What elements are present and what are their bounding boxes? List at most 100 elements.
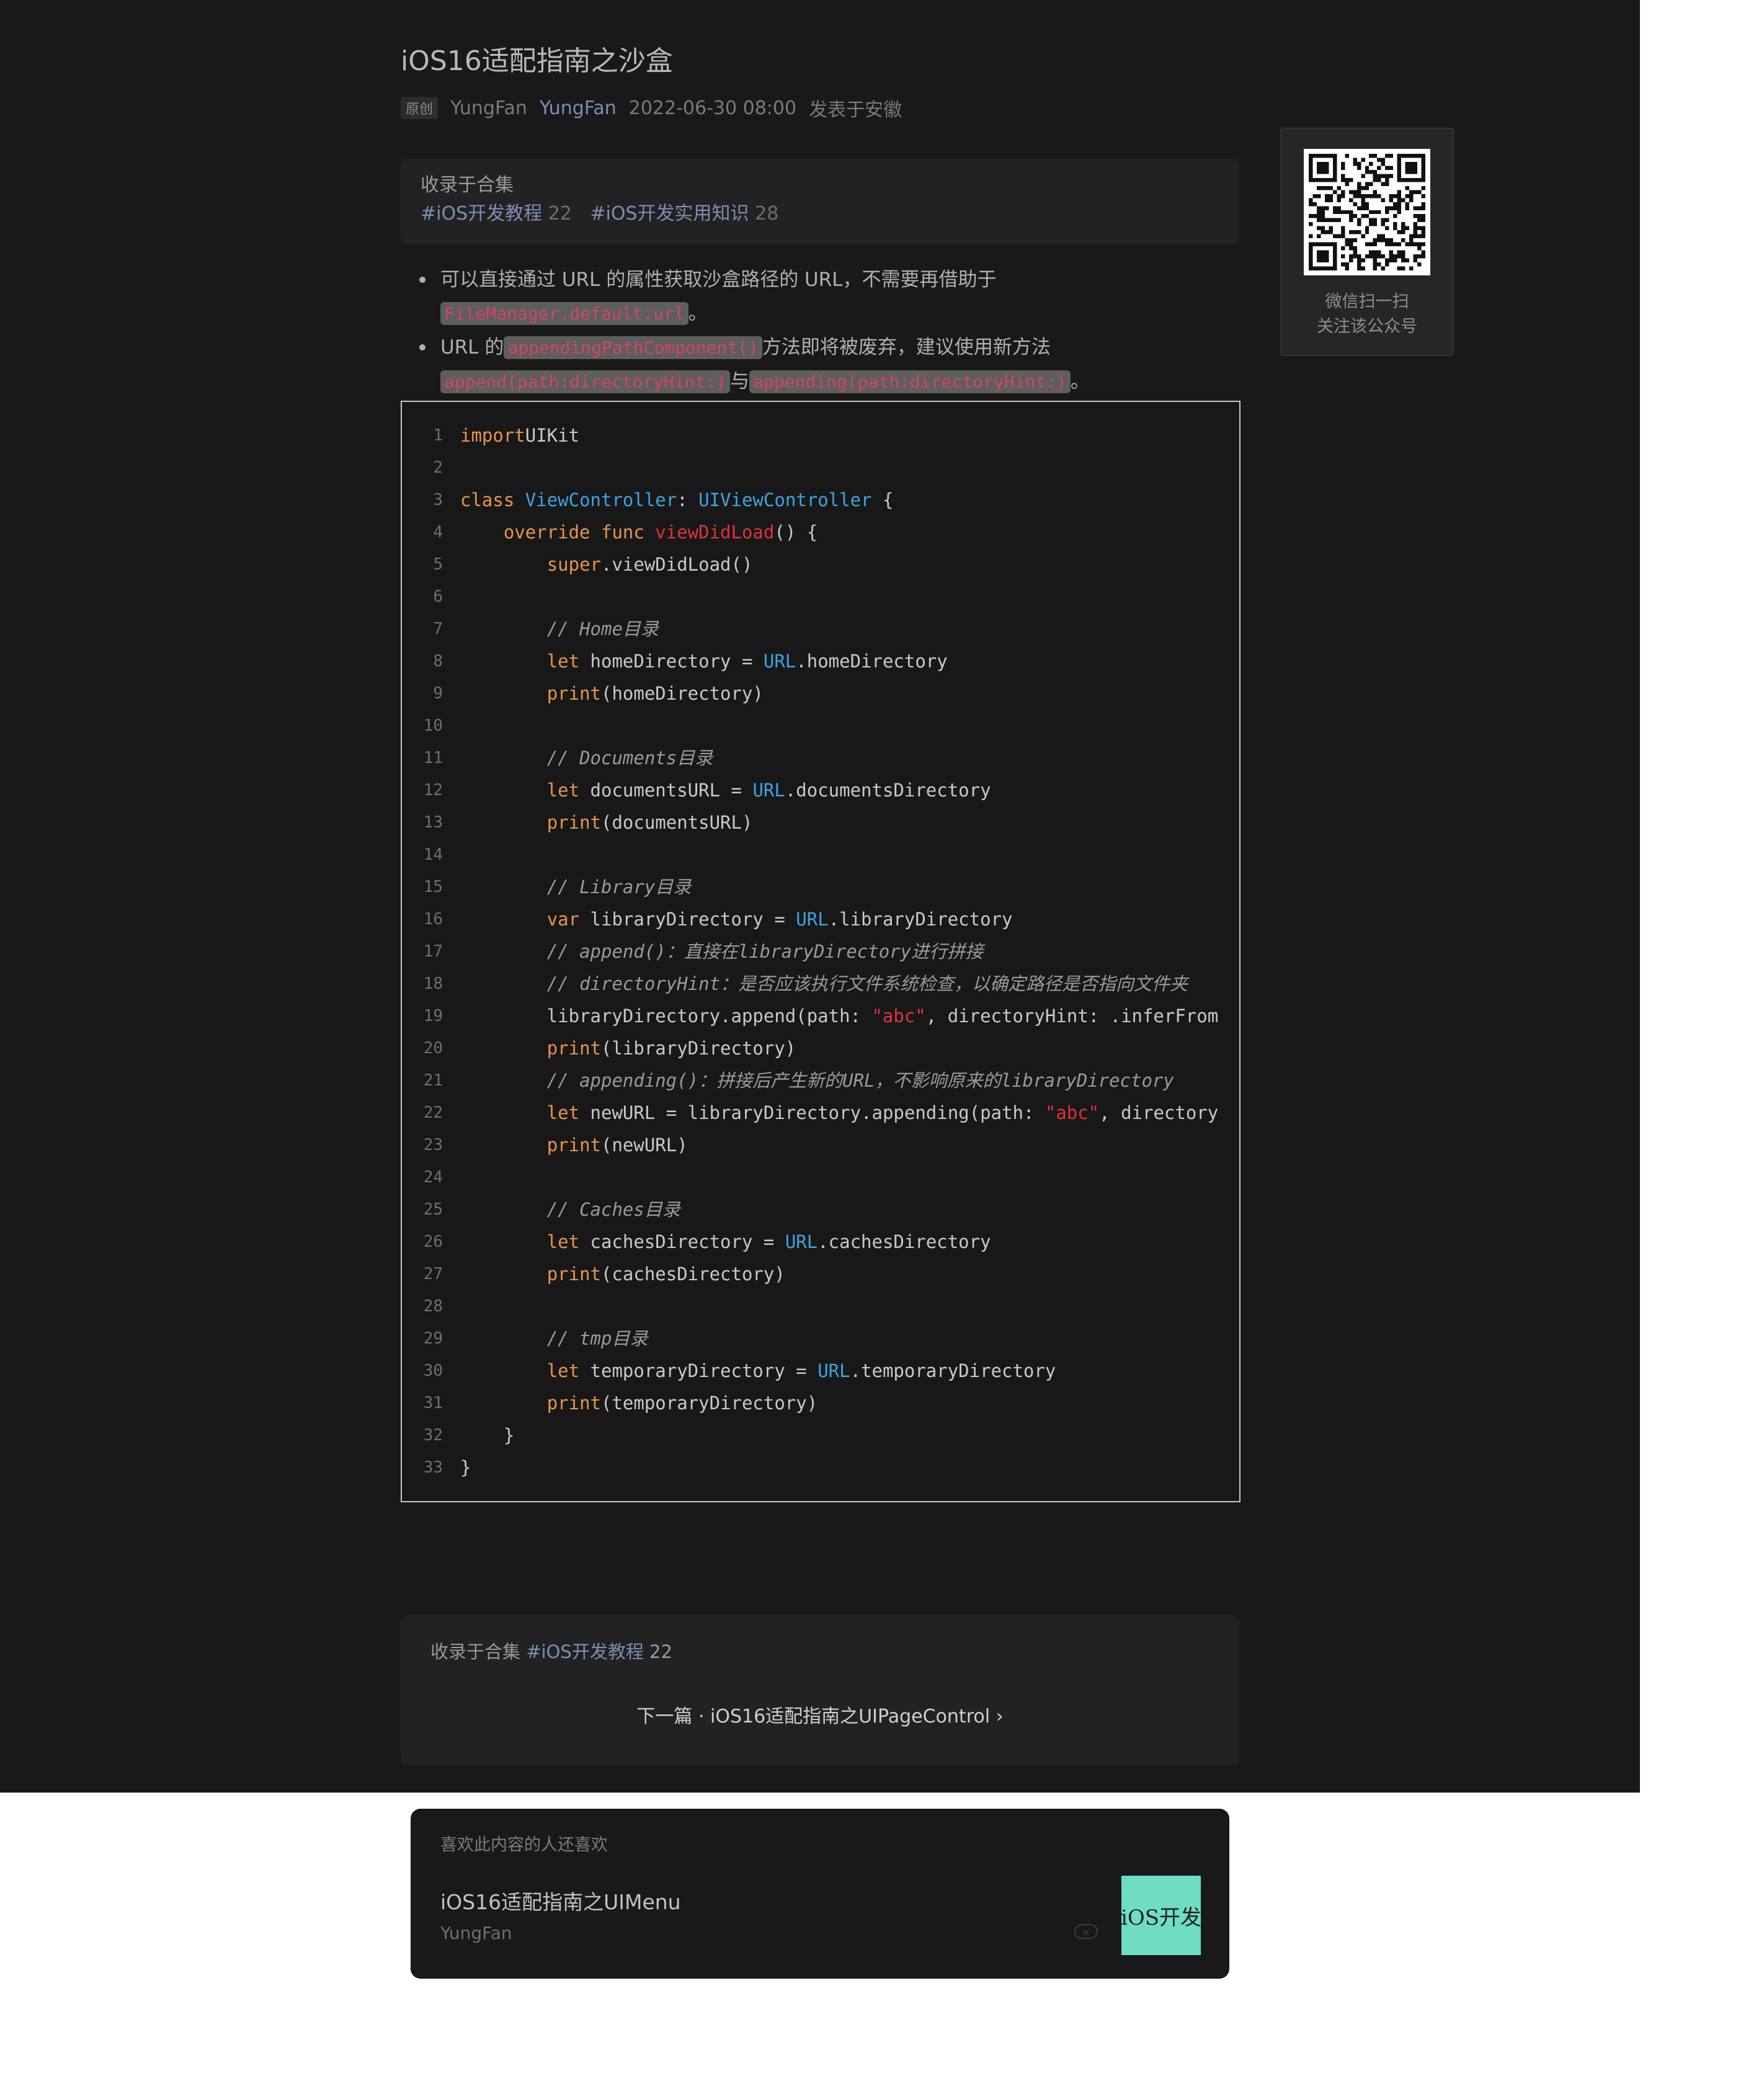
code-line: 25 // Caches目录 [402,1193,1239,1226]
code-text: let temporaryDirectory = URL.temporaryDi… [546,1360,1056,1381]
inline-code: append(path:directoryHint:) [440,370,731,393]
collection-box: 收录于合集 #iOS开发教程 22 #iOS开发实用知识 28 [401,159,1239,244]
bullet-dot [419,277,425,283]
code-text: let documentsURL = URL.documentsDirector… [546,780,991,801]
code-line: 22 let newURL = libraryDirectory.appendi… [402,1097,1239,1129]
list-item-text: 。 [1070,370,1090,393]
collection-tag-link[interactable]: #iOS开发教程 22 [526,1641,672,1662]
code-text: var libraryDirectory = URL.libraryDirect… [546,909,1013,930]
collection-tag-link[interactable]: #iOS开发教程 22 [421,203,572,225]
code-text: print(temporaryDirectory) [546,1393,818,1414]
line-number: 18 [423,974,443,993]
code-line: 1 importUIKit [402,419,1239,452]
line-number: 22 [423,1103,443,1122]
code-line: 12 let documentsURL = URL.documentsDirec… [402,774,1239,806]
publish-date: 2022-06-30 08:00 [628,97,797,119]
code-text: // Caches目录 [546,1199,680,1220]
collection-tag-count: 28 [755,203,779,225]
recommend-card[interactable]: 喜欢此内容的人还喜欢 iOS16适配指南之UIMenu YungFan × iO… [411,1809,1229,1979]
list-item: URL 的 appendingPathComponent() 方法即将被废弃，建议使… [401,331,1244,399]
code-text: let cachesDirectory = URL.cachesDirector… [546,1231,991,1252]
line-number: 30 [423,1361,443,1380]
collection-tag-name: #iOS开发实用知识 [590,203,749,225]
line-number: 33 [423,1458,443,1477]
article-meta: 原创 YungFan YungFan 2022-06-30 08:00 发表于安… [401,93,902,123]
code-text: print(documentsURL) [546,812,753,833]
collection-tag-name: #iOS开发教程 [526,1641,644,1662]
collection-tag-link[interactable]: #iOS开发实用知识 28 [590,203,778,225]
code-text: class ViewController: UIViewController { [460,489,894,510]
collection-label: 收录于合集 [430,1641,521,1662]
bullet-list: 可以直接通过 URL 的属性获取沙盒路径的 URL，不需要再借助于 FileMa… [401,263,1244,399]
code-text: let newURL = libraryDirectory.appending(… [546,1102,1219,1123]
line-number: 13 [423,813,443,832]
account-link[interactable]: YungFan [540,97,617,119]
code-line: 3 class ViewController: UIViewController … [402,484,1239,516]
code-text: print(libraryDirectory) [546,1038,796,1059]
recommend-title[interactable]: iOS16适配指南之UIMenu [440,1886,681,1915]
line-number: 25 [423,1200,443,1219]
code-line: 30 let temporaryDirectory = URL.temporar… [402,1355,1239,1387]
original-badge: 原创 [401,97,439,119]
list-item-text: 可以直接通过 URL 的属性获取沙盒路径的 URL，不需要再借助于 [440,269,997,291]
line-number: 14 [423,845,443,864]
code-text: } [460,1425,515,1446]
recommend-heading: 喜欢此内容的人还喜欢 [440,1835,608,1855]
list-item-text: 与 [730,370,750,393]
line-number: 3 [433,491,443,509]
code-text: print(cachesDirectory) [546,1263,785,1285]
line-number: 27 [423,1265,443,1283]
next-article-link[interactable]: 下一篇 · iOS16适配指南之UIPageControl › [401,1701,1239,1728]
qr-code-panel: 微信扫一扫 关注该公众号 [1280,128,1454,356]
line-number: 11 [423,749,443,767]
code-line: 29 // tmp目录 [402,1322,1239,1355]
line-number: 12 [423,781,443,800]
inline-code: appendingPathComponent() [504,336,762,359]
code-block[interactable]: 1 importUIKit 2 3 class ViewController: UIVi… [401,401,1241,1502]
code-line: 24 [402,1161,1239,1193]
line-number: 1 [433,426,443,445]
code-line: 17 // append()：直接在libraryDirectory进行拼接 [402,935,1239,968]
code-line: 9 print(homeDirectory) [402,677,1239,710]
close-icon[interactable]: × [1074,1924,1098,1939]
line-number: 7 [433,620,443,638]
code-text: super.viewDidLoad() [546,554,753,575]
code-line: 4 override func viewDidLoad() { [402,516,1239,548]
author-name: YungFan [450,97,527,119]
list-item-text: 。 [688,302,708,324]
code-line: 7 // Home目录 [402,613,1239,645]
line-number: 29 [423,1329,443,1348]
line-number: 32 [423,1426,443,1445]
code-text: let homeDirectory = URL.homeDirectory [546,651,948,672]
code-line: 26 let cachesDirectory = URL.cachesDirec… [402,1226,1239,1258]
code-line: 28 [402,1290,1239,1322]
code-text: print(homeDirectory) [546,683,764,704]
code-text: // Home目录 [546,618,659,640]
collection-tag-count: 22 [649,1641,672,1662]
collection-tags: #iOS开发教程 22 #iOS开发实用知识 28 [421,200,1219,228]
code-line: 19 libraryDirectory.append(path: "abc", … [402,1000,1239,1032]
code-text: // Library目录 [546,876,692,898]
line-number: 23 [423,1136,443,1154]
line-number: 31 [423,1394,443,1412]
code-lines: 1 importUIKit 2 3 class ViewController: UIVi… [402,419,1239,1484]
line-number: 9 [433,684,443,703]
line-number: 21 [423,1071,443,1090]
code-text: // Documents目录 [546,747,713,769]
code-line: 33} [402,1451,1239,1484]
code-line: 21 // appending()：拼接后产生新的URL，不影响原来的libra… [402,1064,1239,1097]
code-line: 16 var libraryDirectory = URL.libraryDir… [402,903,1239,935]
recommend-thumbnail[interactable]: iOS开发 [1121,1876,1201,1955]
list-item-text: URL 的 [440,336,504,359]
qr-caption: 微信扫一扫 [1325,292,1409,311]
code-text: print(newURL) [546,1134,688,1156]
line-number: 26 [423,1232,443,1251]
qr-code-image [1304,149,1430,275]
list-item: 可以直接通过 URL 的属性获取沙盒路径的 URL，不需要再借助于 FileMa… [401,263,1244,331]
code-line: 5 super.viewDidLoad() [402,548,1239,581]
line-number: 28 [423,1297,443,1316]
line-number: 24 [423,1168,443,1187]
code-line: 8 let homeDirectory = URL.homeDirectory [402,645,1239,677]
bullet-dot [419,344,425,350]
code-line: 20 print(libraryDirectory) [402,1032,1239,1064]
